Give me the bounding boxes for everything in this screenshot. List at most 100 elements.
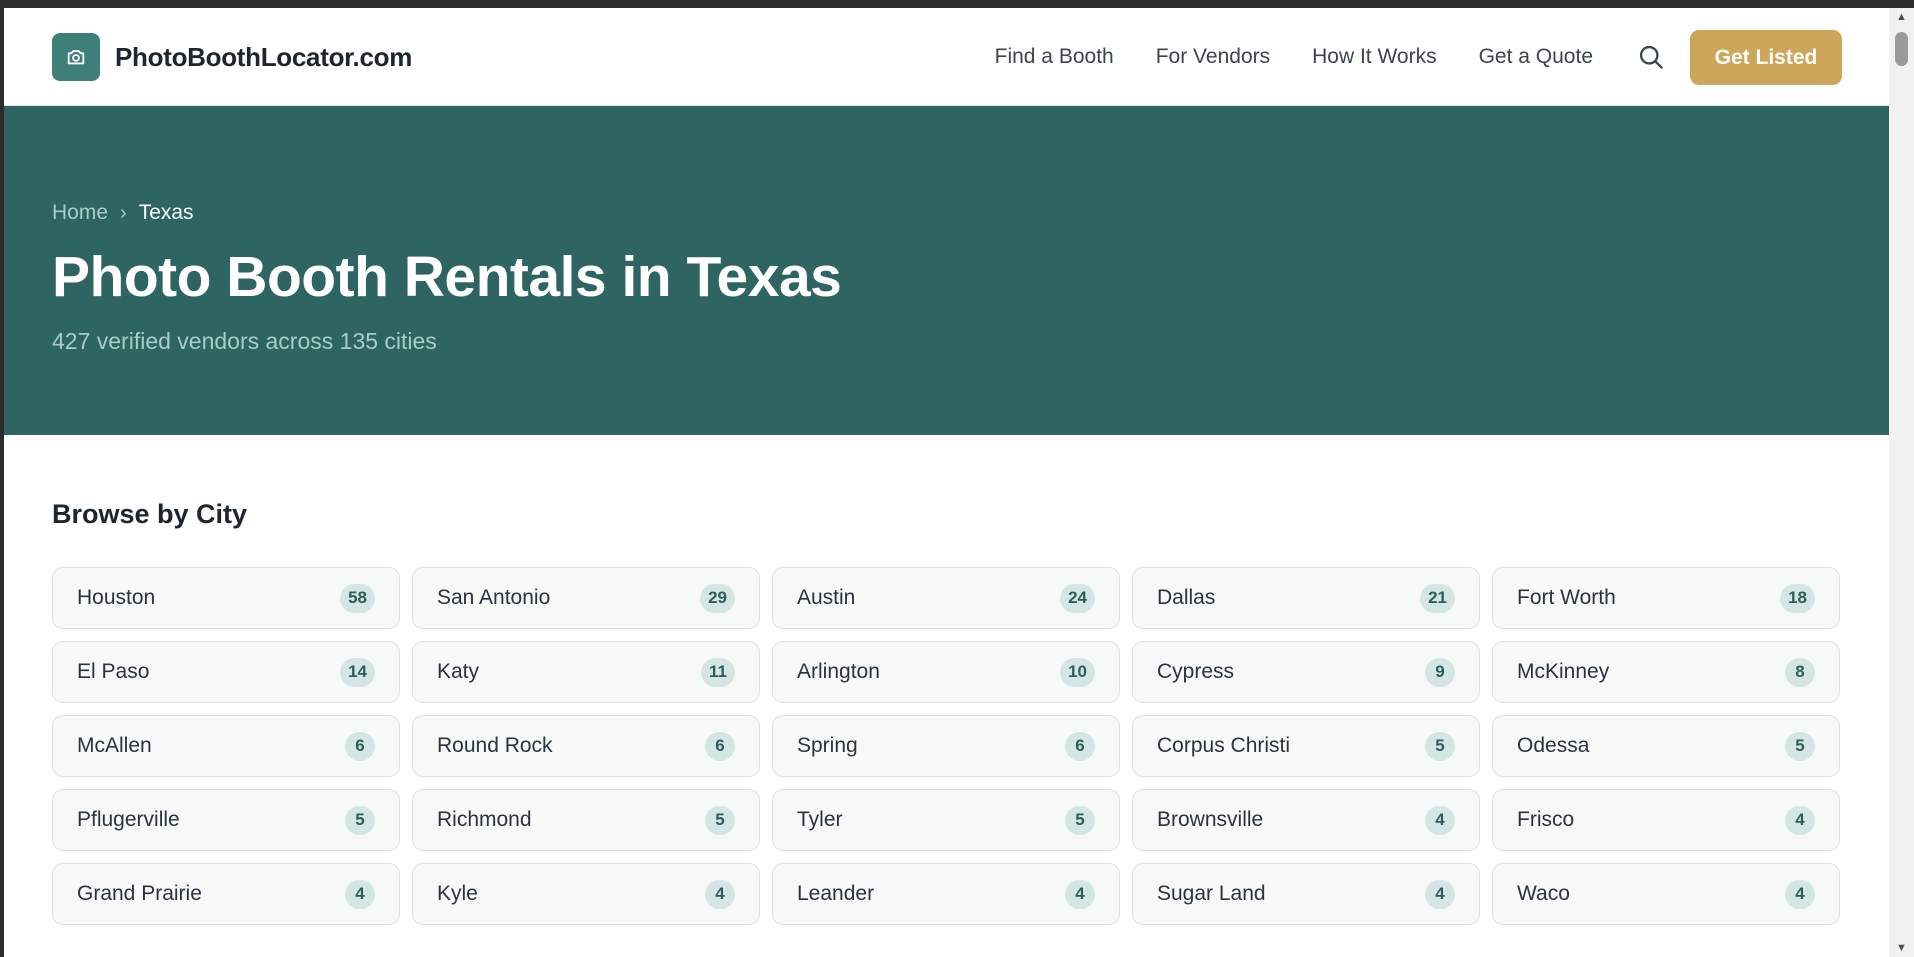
city-name: Spring	[797, 734, 858, 757]
page-scrollbar[interactable]: ▲ ▼	[1889, 8, 1914, 957]
vendor-count-badge: 6	[345, 731, 375, 761]
site-header: PhotoBoothLocator.com Find a Booth For V…	[4, 8, 1889, 106]
city-card[interactable]: Cypress 9	[1132, 641, 1480, 703]
nav-for-vendors[interactable]: For Vendors	[1156, 45, 1270, 69]
city-name: McAllen	[77, 734, 152, 757]
city-name: Kyle	[437, 882, 478, 905]
city-name: Richmond	[437, 808, 532, 831]
city-card[interactable]: Richmond 5	[412, 789, 760, 851]
city-name: Katy	[437, 660, 480, 683]
city-card[interactable]: Tyler 5	[772, 789, 1120, 851]
scroll-thumb[interactable]	[1895, 32, 1908, 66]
city-name: McKinney	[1517, 660, 1610, 683]
vendor-count-badge: 18	[1780, 583, 1815, 613]
city-name: Odessa	[1517, 734, 1590, 757]
vendor-count-badge: 8	[1785, 657, 1815, 687]
breadcrumb: Home › Texas	[52, 201, 194, 225]
city-card[interactable]: Katy 11	[412, 641, 760, 703]
vendor-count-badge: 10	[1060, 657, 1095, 687]
city-card[interactable]: Grand Prairie 4	[52, 863, 400, 925]
city-name: Corpus Christi	[1157, 734, 1291, 757]
city-name: Tyler	[797, 808, 843, 831]
main-nav: Find a Booth For Vendors How It Works Ge…	[995, 8, 1593, 106]
vendor-count-badge: 6	[1065, 731, 1095, 761]
vendor-count-badge: 4	[1065, 879, 1095, 909]
vendor-count-badge: 5	[345, 805, 375, 835]
vendor-count-badge: 4	[1785, 805, 1815, 835]
breadcrumb-home[interactable]: Home	[52, 201, 108, 225]
breadcrumb-separator-icon: ›	[120, 201, 127, 224]
city-card[interactable]: Corpus Christi 5	[1132, 715, 1480, 777]
city-card[interactable]: Frisco 4	[1492, 789, 1840, 851]
get-listed-button[interactable]: Get Listed	[1690, 30, 1842, 85]
city-card[interactable]: Round Rock 6	[412, 715, 760, 777]
nav-how-it-works[interactable]: How It Works	[1312, 45, 1436, 69]
search-button[interactable]	[1634, 41, 1668, 75]
city-name: Austin	[797, 586, 856, 609]
city-name: Sugar Land	[1157, 882, 1266, 905]
vendor-count-badge: 58	[340, 583, 375, 613]
city-name: Waco	[1517, 882, 1570, 905]
city-card[interactable]: Arlington 10	[772, 641, 1120, 703]
city-card[interactable]: Brownsville 4	[1132, 789, 1480, 851]
scroll-up-icon[interactable]: ▲	[1889, 8, 1914, 26]
vendor-count-badge: 5	[1065, 805, 1095, 835]
city-name: Leander	[797, 882, 875, 905]
city-name: Grand Prairie	[77, 882, 202, 905]
city-card[interactable]: Dallas 21	[1132, 567, 1480, 629]
page-title: Photo Booth Rentals in Texas	[52, 245, 842, 309]
city-card[interactable]: Houston 58	[52, 567, 400, 629]
page-subtitle: 427 verified vendors across 135 cities	[52, 328, 437, 354]
vendor-count-badge: 9	[1425, 657, 1455, 687]
vendor-count-badge: 5	[705, 805, 735, 835]
vendor-count-badge: 4	[1425, 805, 1455, 835]
city-name: Pflugerville	[77, 808, 180, 831]
city-card[interactable]: Austin 24	[772, 567, 1120, 629]
city-card[interactable]: El Paso 14	[52, 641, 400, 703]
breadcrumb-current: Texas	[138, 201, 194, 224]
city-card[interactable]: Pflugerville 5	[52, 789, 400, 851]
vendor-count-badge: 29	[700, 583, 735, 613]
city-grid: Houston 58 San Antonio 29 Austin 24 Dallas 21 Fo…	[52, 567, 1842, 925]
browse-by-city-heading: Browse by City	[52, 499, 248, 529]
city-card[interactable]: Leander 4	[772, 863, 1120, 925]
nav-find-a-booth[interactable]: Find a Booth	[995, 45, 1114, 69]
city-name: El Paso	[77, 660, 150, 683]
vendor-count-badge: 6	[705, 731, 735, 761]
vendor-count-badge: 4	[1425, 879, 1455, 909]
vendor-count-badge: 14	[340, 657, 375, 687]
city-name: Round Rock	[437, 734, 553, 757]
nav-get-a-quote[interactable]: Get a Quote	[1479, 45, 1593, 69]
city-card[interactable]: San Antonio 29	[412, 567, 760, 629]
vendor-count-badge: 11	[701, 657, 735, 687]
vendor-count-badge: 4	[705, 879, 735, 909]
city-name: Arlington	[797, 660, 880, 683]
vendor-count-badge: 5	[1785, 731, 1815, 761]
city-card[interactable]: Kyle 4	[412, 863, 760, 925]
city-card[interactable]: Sugar Land 4	[1132, 863, 1480, 925]
city-name: Frisco	[1517, 808, 1575, 831]
city-name: Houston	[77, 586, 156, 609]
vendor-count-badge: 5	[1425, 731, 1455, 761]
hero-banner: Home › Texas Photo Booth Rentals in Texa…	[4, 106, 1889, 435]
city-name: Dallas	[1157, 586, 1216, 609]
city-name: Brownsville	[1157, 808, 1264, 831]
city-card[interactable]: Waco 4	[1492, 863, 1840, 925]
vendor-count-badge: 24	[1060, 583, 1095, 613]
city-name: Cypress	[1157, 660, 1235, 683]
city-name: Fort Worth	[1517, 586, 1616, 609]
vendor-count-badge: 4	[345, 879, 375, 909]
city-card[interactable]: Fort Worth 18	[1492, 567, 1840, 629]
city-card[interactable]: McAllen 6	[52, 715, 400, 777]
scroll-down-icon[interactable]: ▼	[1889, 939, 1914, 957]
camera-icon	[52, 33, 100, 81]
city-card[interactable]: Spring 6	[772, 715, 1120, 777]
city-card[interactable]: McKinney 8	[1492, 641, 1840, 703]
city-card[interactable]: Odessa 5	[1492, 715, 1840, 777]
search-icon	[1637, 43, 1665, 74]
vendor-count-badge: 21	[1420, 583, 1455, 613]
city-name: San Antonio	[437, 586, 551, 609]
logo-text: PhotoBoothLocator.com	[115, 41, 413, 72]
site-logo[interactable]: PhotoBoothLocator.com	[52, 33, 412, 81]
browser-viewport: PhotoBoothLocator.com Find a Booth For V…	[4, 8, 1889, 957]
